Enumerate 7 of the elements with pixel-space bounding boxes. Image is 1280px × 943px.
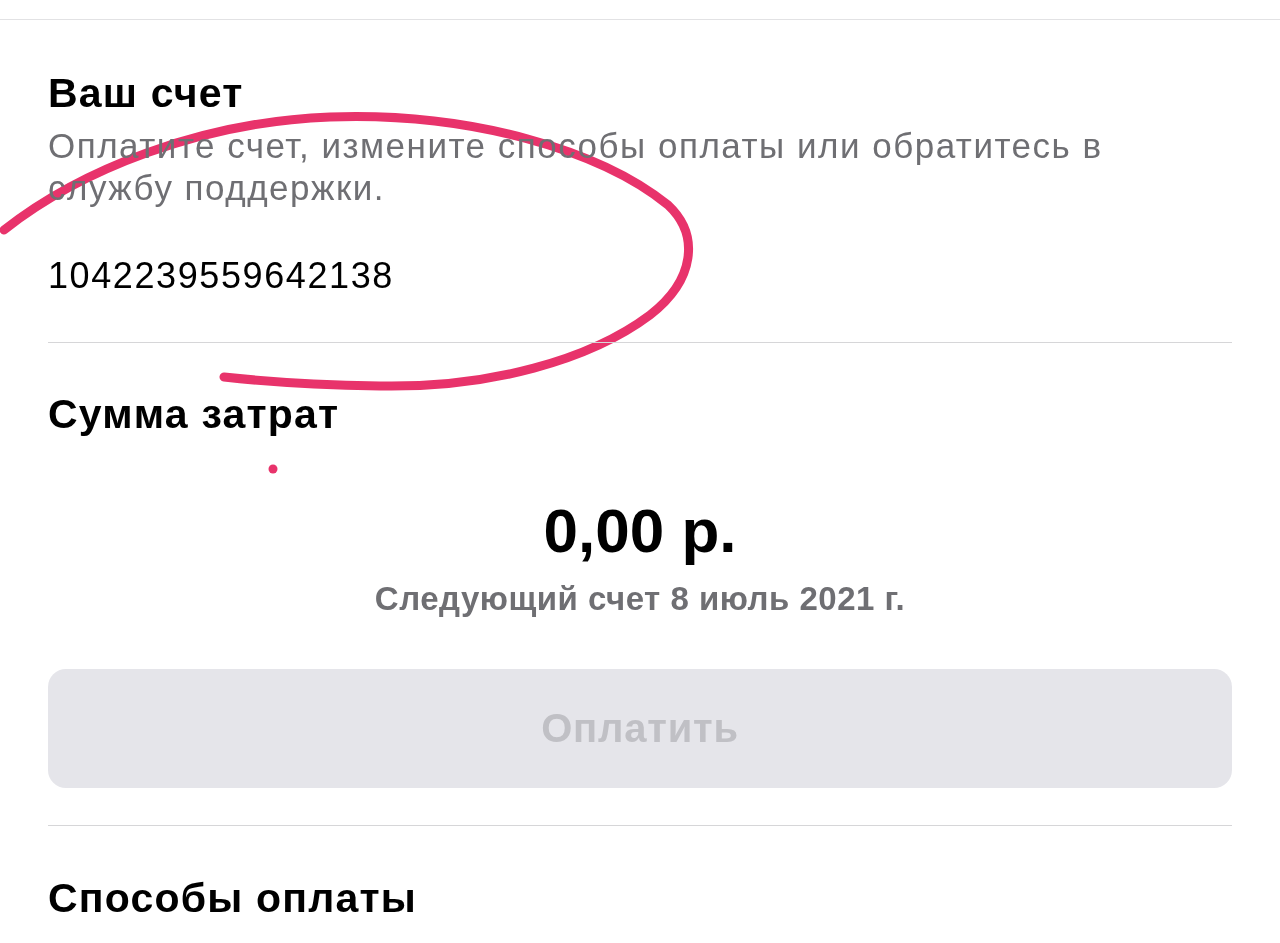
section-heading: Сумма затрат: [48, 391, 340, 437]
section-heading: Способы оплаты: [48, 875, 417, 921]
next-bill-date: Следующий счет 8 июль 2021 г.: [374, 579, 906, 619]
spending-amount: 0,00 р.: [543, 496, 737, 566]
dot-icon: [268, 464, 278, 474]
section-heading: Ваш счет: [48, 70, 244, 116]
account-number: 1042239559642138: [48, 255, 394, 297]
